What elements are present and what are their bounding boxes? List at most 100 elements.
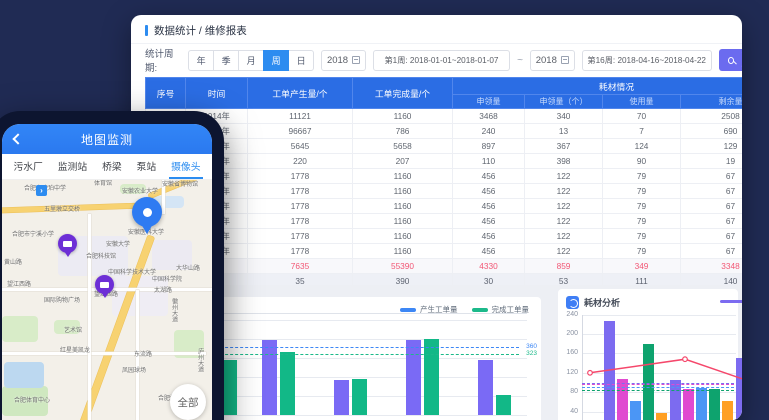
y-axis-tick: 160	[560, 349, 578, 356]
cell-value: 1778	[248, 244, 353, 259]
bar-series-blue	[630, 401, 641, 420]
cell-value: 79	[603, 169, 681, 184]
period-option-年[interactable]: 年	[188, 50, 214, 71]
query-button[interactable]: 查询	[719, 49, 742, 71]
y-axis-line	[582, 315, 583, 420]
map-label: 庐州大道	[196, 348, 203, 372]
cell-value: 122	[525, 244, 603, 259]
cell-value: 67	[681, 184, 743, 199]
map-expander-button[interactable]: ›	[36, 185, 47, 196]
cell-value: 67	[681, 244, 743, 259]
y-axis-tick: 200	[560, 330, 578, 337]
tab-污水厂[interactable]: 污水厂	[11, 154, 44, 179]
column-header: 序号	[146, 78, 186, 109]
bar-series-purple	[736, 358, 742, 420]
cell-value: 1778	[248, 229, 353, 244]
selected-location-pin[interactable]	[132, 197, 162, 227]
group-header: 耗材情况	[453, 78, 743, 95]
bar-完成工单量	[222, 360, 237, 416]
period-option-月[interactable]: 月	[238, 50, 264, 71]
cell-value: 367	[525, 139, 603, 154]
map-label: 望江西路	[7, 282, 31, 289]
tab-泵站[interactable]: 泵站	[135, 154, 159, 179]
reference-line-label: 323	[526, 350, 537, 357]
start-week-input[interactable]: 第1周: 2018-01-01~2018-01-07	[373, 50, 510, 71]
reference-line	[582, 384, 734, 385]
calendar-icon	[352, 56, 360, 64]
cell-value: 124	[603, 139, 681, 154]
cell-value: 1160	[353, 184, 453, 199]
tab-桥梁[interactable]: 桥梁	[100, 154, 124, 179]
y-axis-tick: 120	[560, 369, 578, 376]
bar-完成工单量	[280, 352, 295, 415]
table-row[interactable]: 32016年56455658897367124129	[146, 139, 743, 154]
map-view[interactable]: › 合肥市琥珀中学体育馆安徽农业大学安徽省博物馆五里墩立交桥合肥市宁溪小学安徽医…	[2, 180, 212, 420]
filter-toolbar: 统计周期: 年季月周日 2018 第1周: 2018-01-01~2018-01…	[145, 49, 742, 71]
range-separator: ~	[517, 55, 523, 66]
camera-marker[interactable]	[58, 234, 77, 253]
y-axis-tick: 240	[560, 311, 578, 318]
cell-value: 207	[353, 154, 453, 169]
table-row[interactable]: 12014年1112111603468340702508	[146, 109, 743, 124]
table-row[interactable]: 22015年96667786240137690	[146, 124, 743, 139]
gridline	[582, 315, 736, 316]
cell-value: 3468	[453, 109, 525, 124]
bar-产生工单量	[406, 340, 421, 415]
table-row[interactable]: 42017年2202071103989019	[146, 154, 743, 169]
cell-value: 1778	[248, 169, 353, 184]
tab-摄像头[interactable]: 摄像头	[169, 154, 202, 179]
cell-value: 79	[603, 184, 681, 199]
cell-value: 79	[603, 214, 681, 229]
tab-监测站[interactable]: 监测站	[56, 154, 89, 179]
bar-series-purple	[670, 380, 681, 420]
map-label: 合肥科技馆	[86, 254, 116, 261]
cell-value: 240	[453, 124, 525, 139]
cell-value: 398	[525, 154, 603, 169]
map-label: 国际购物广场	[44, 298, 80, 305]
cell-value: 122	[525, 199, 603, 214]
reference-line	[195, 354, 519, 355]
period-option-日[interactable]: 日	[288, 50, 314, 71]
map-label: 中国科学院	[152, 277, 182, 284]
cell-value: 1160	[353, 169, 453, 184]
table-row[interactable]: 82021年177811604561227967	[146, 214, 743, 229]
sub-column-header: 剩余量	[681, 95, 743, 109]
cell-value: 122	[525, 229, 603, 244]
cell-value: 129	[681, 139, 743, 154]
map-label: 合肥市宁溪小学	[12, 232, 54, 239]
table-row[interactable]: 102023年177811604561227967	[146, 244, 743, 259]
reference-line-label: 360	[526, 343, 537, 350]
cell-value: 5645	[248, 139, 353, 154]
cell-value: 96667	[248, 124, 353, 139]
back-chevron-icon[interactable]	[12, 133, 23, 144]
map-road	[2, 352, 206, 355]
reference-line	[582, 390, 734, 391]
cell-value: 897	[453, 139, 525, 154]
total-value: 55390	[353, 259, 453, 274]
total-value: 859	[525, 259, 603, 274]
map-road	[88, 214, 91, 420]
map-label: 中国科学技术大学	[108, 270, 156, 277]
period-option-周[interactable]: 周	[263, 50, 289, 71]
camera-marker[interactable]	[95, 275, 114, 294]
cell-value: 70	[603, 109, 681, 124]
phone-mockup: 地图监测 污水厂监测站桥梁泵站摄像头 › 合肥市琥珀中学体育馆安徽农业大学安徽省…	[0, 111, 224, 420]
show-all-button[interactable]: 全部	[170, 384, 206, 420]
screenshot-canvas: 数据统计 / 维修报表 统计周期: 年季月周日 2018 第1周: 2018-0…	[0, 0, 769, 420]
query-button-label: 查询	[738, 46, 742, 74]
cell-value: 19	[681, 154, 743, 169]
table-row[interactable]: 52018年177811604561227967	[146, 169, 743, 184]
end-year-select[interactable]: 2018	[530, 50, 575, 71]
cell-value: 1160	[353, 199, 453, 214]
table-header-row: 序号时间工单产生量/个工单完成量/个耗材情况	[146, 78, 743, 95]
map-label: 五里墩立交桥	[44, 207, 80, 214]
start-year-select[interactable]: 2018	[321, 50, 366, 71]
end-week-input[interactable]: 第16周: 2018-04-16~2018-04-22	[582, 50, 712, 71]
map-label: 合肥体育中心	[14, 398, 50, 405]
cell-value: 1160	[353, 244, 453, 259]
table-row[interactable]: 72020年177811604561227967	[146, 199, 743, 214]
period-option-季[interactable]: 季	[213, 50, 239, 71]
table-row[interactable]: 62019年177811604561227967	[146, 184, 743, 199]
map-area-patch	[4, 362, 44, 388]
table-row[interactable]: 92022年177811604561227967	[146, 229, 743, 244]
